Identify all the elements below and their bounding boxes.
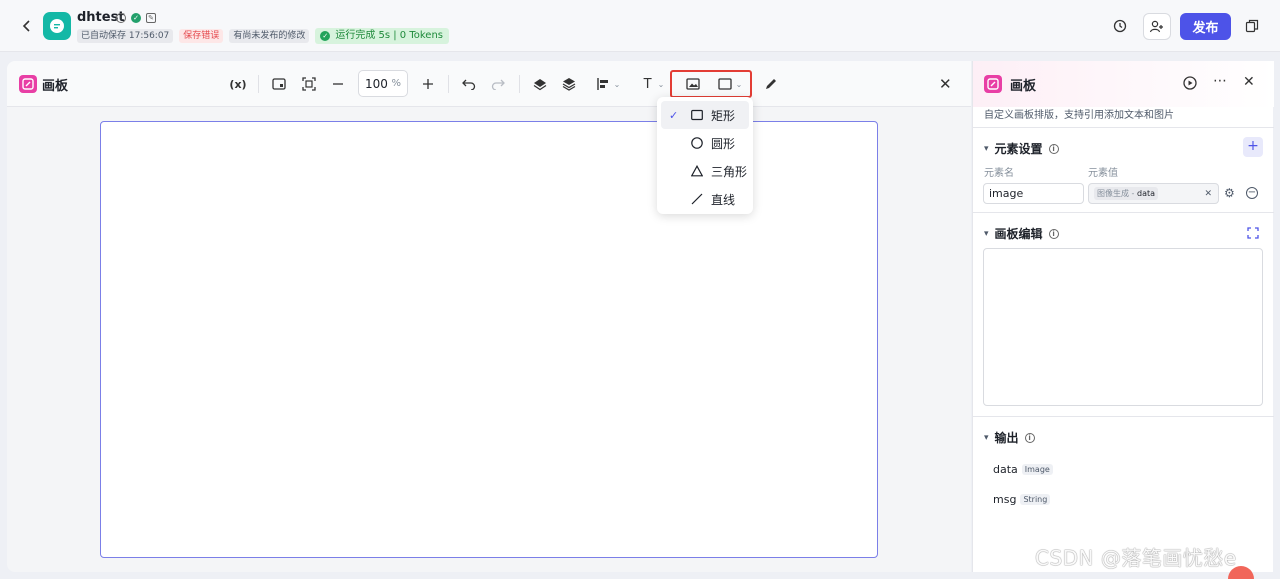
variable-button[interactable]: (x) xyxy=(227,74,249,94)
fit-screen-icon[interactable] xyxy=(300,74,318,94)
run-icon[interactable] xyxy=(1183,76,1197,90)
value-reference-chip: 图像生成 - data xyxy=(1094,187,1159,200)
layers-icon[interactable] xyxy=(560,74,578,94)
rectangle-icon xyxy=(691,109,703,121)
zoom-in-icon[interactable] xyxy=(419,74,437,94)
triangle-icon xyxy=(691,165,703,177)
bring-front-icon[interactable] xyxy=(531,74,549,94)
gear-icon[interactable]: ⚙ xyxy=(1224,186,1238,200)
artboard[interactable] xyxy=(100,121,878,558)
frame-icon[interactable] xyxy=(270,74,288,94)
panel-title: 画板 xyxy=(1010,79,1037,94)
run-status-text: 运行完成 5s | 0 Tokens xyxy=(335,30,444,41)
panel-header: 画板 ⋯ ✕ xyxy=(973,61,1274,107)
zoom-value: 100 xyxy=(365,76,388,91)
user-add-icon xyxy=(1149,20,1163,32)
circle-icon xyxy=(691,137,703,149)
canvas-node-icon xyxy=(19,75,37,93)
history-icon[interactable] xyxy=(1110,16,1130,36)
info-icon[interactable]: i xyxy=(1048,228,1059,239)
autosave-tag: 已自动保存 17:56:07 xyxy=(77,29,174,43)
canvas-node-icon xyxy=(984,75,1002,93)
info-icon[interactable]: i xyxy=(1024,432,1035,443)
chevron-down-icon: ⌄ xyxy=(657,79,665,89)
element-name-input[interactable]: image xyxy=(983,183,1084,204)
watermark: CSDN @落笔画忧愁e xyxy=(1035,546,1237,570)
save-error-tag: 保存错误 xyxy=(179,29,224,43)
shape-option-rectangle[interactable]: ✓ 矩形 xyxy=(661,101,749,129)
type-badge: String xyxy=(1020,494,1051,505)
add-element-button[interactable]: + xyxy=(1243,137,1263,157)
close-icon[interactable]: ✕ xyxy=(939,75,952,93)
panel-description: 自定义画板排版，支持引用添加文本和图片 xyxy=(984,110,1174,121)
type-badge: Image xyxy=(1021,464,1053,475)
column-label-name: 元素名 xyxy=(984,168,1014,179)
check-circle-icon: ✓ xyxy=(320,31,331,41)
canvas-toolbar: 画板 (x) 100 % ⌄ T ⌄ ⌄ ✕ xyxy=(7,61,971,107)
shape-option-circle[interactable]: 圆形 xyxy=(661,129,749,157)
align-dropdown[interactable]: ⌄ xyxy=(592,74,624,94)
zoom-out-icon[interactable] xyxy=(329,74,347,94)
copy-icon[interactable] xyxy=(1242,16,1262,36)
check-icon: ✓ xyxy=(669,108,679,122)
undo-icon[interactable] xyxy=(460,74,478,94)
pencil-icon[interactable] xyxy=(762,74,780,94)
check-circle-icon: ✓ xyxy=(131,13,141,23)
more-icon[interactable]: ⋯ xyxy=(1213,73,1227,89)
chevron-down-icon: ▾ xyxy=(984,432,989,443)
run-status-badge[interactable]: ✓ 运行完成 5s | 0 Tokens xyxy=(315,28,450,44)
canvas-editor-area[interactable] xyxy=(983,248,1263,406)
edit-icon[interactable]: ✎ xyxy=(146,13,156,23)
elements-section-header[interactable]: ▾ 元素设置 i xyxy=(984,140,1059,157)
expand-icon[interactable] xyxy=(1247,227,1259,239)
chevron-down-icon: ▾ xyxy=(984,228,989,239)
shape-option-line[interactable]: 直线 xyxy=(661,185,749,213)
column-label-value: 元素值 xyxy=(1088,168,1118,179)
close-icon[interactable]: ✕ xyxy=(1243,74,1255,90)
collaborators-button[interactable] xyxy=(1143,13,1171,40)
highlight-box xyxy=(670,70,752,98)
shape-dropdown-menu: ✓ 矩形 圆形 三角形 直线 xyxy=(657,97,753,214)
top-header: dhtest i ✓ ✎ 已自动保存 17:56:07 保存错误 有尚未发布的修… xyxy=(0,0,1280,52)
text-tool-dropdown[interactable]: T ⌄ xyxy=(638,74,670,94)
info-icon[interactable]: i xyxy=(1048,143,1059,154)
output-row: msg String xyxy=(993,493,1051,506)
line-icon xyxy=(691,193,703,205)
publish-button[interactable]: 发布 xyxy=(1180,13,1231,40)
redo-icon[interactable] xyxy=(489,74,507,94)
back-arrow-icon[interactable] xyxy=(18,16,36,36)
info-icon[interactable]: i xyxy=(116,13,126,23)
zoom-unit: % xyxy=(391,78,401,89)
output-row: data Image xyxy=(993,463,1053,476)
app-logo xyxy=(43,12,71,40)
canvas-panel: 画板 (x) 100 % ⌄ T ⌄ ⌄ ✕ xyxy=(7,61,971,572)
shape-option-triangle[interactable]: 三角形 xyxy=(661,157,749,185)
align-left-icon xyxy=(596,78,608,90)
clear-icon[interactable]: ✕ xyxy=(1204,189,1212,199)
unpublished-tag: 有尚未发布的修改 xyxy=(229,29,310,43)
text-tool-icon: T xyxy=(643,76,652,92)
node-settings-panel: 画板 ⋯ ✕ 自定义画板排版，支持引用添加文本和图片 ▾ 元素设置 i + 元素… xyxy=(972,61,1274,572)
editor-section-header[interactable]: ▾ 画板编辑 i xyxy=(984,225,1059,242)
chevron-down-icon: ⌄ xyxy=(613,79,621,89)
output-section-header[interactable]: ▾ 输出 i xyxy=(984,429,1035,446)
chevron-down-icon: ▾ xyxy=(984,143,989,154)
zoom-input[interactable]: 100 % xyxy=(358,70,408,97)
remove-element-icon[interactable]: − xyxy=(1246,187,1258,199)
element-value-input[interactable]: 图像生成 - data ✕ xyxy=(1088,183,1219,204)
canvas-title: 画板 xyxy=(42,79,69,94)
